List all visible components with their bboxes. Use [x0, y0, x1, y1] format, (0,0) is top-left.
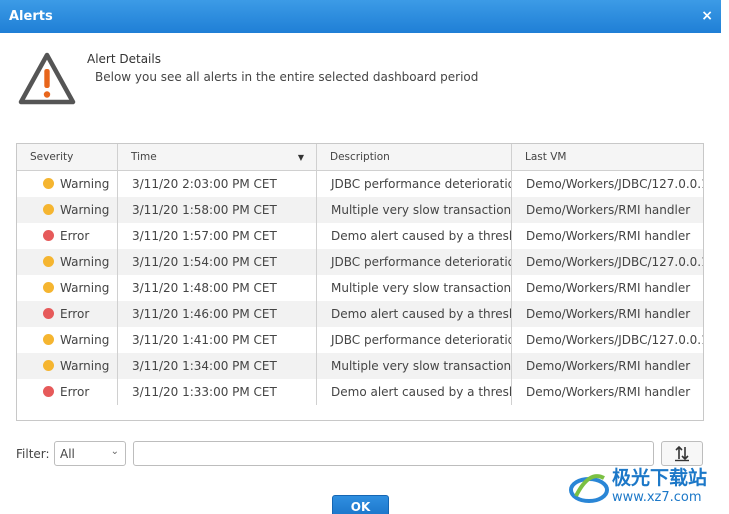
column-header-label: Description: [330, 151, 390, 163]
severity-cell: Error: [17, 379, 118, 405]
table-row[interactable]: Warning 3/11/20 1:48:00 PM CET Multiple ve…: [17, 275, 703, 301]
close-icon[interactable]: ×: [701, 8, 713, 24]
description-cell: Demo alert caused by a threshol: [317, 301, 512, 327]
warning-status-icon: [43, 360, 54, 371]
severity-label: Warning: [60, 255, 110, 269]
watermark-text-primary: 极光下载站: [612, 467, 708, 489]
column-header-label: Last VM: [525, 151, 567, 163]
last-vm-cell: Demo/Workers/RMI handler: [526, 203, 691, 217]
time-cell: 3/11/20 1:58:00 PM CET: [118, 197, 317, 223]
table-row[interactable]: Warning 3/11/20 1:54:00 PM CET JDBC perfor…: [17, 249, 703, 275]
warning-status-icon: [43, 256, 54, 267]
table-row[interactable]: Error 3/11/20 1:46:00 PM CET Demo alert ca…: [17, 301, 703, 327]
error-status-icon: [43, 386, 54, 397]
time-cell: 3/11/20 1:46:00 PM CET: [118, 301, 317, 327]
table-row[interactable]: Warning 3/11/20 1:58:00 PM CET Multiple ve…: [17, 197, 703, 223]
description-cell: JDBC performance deterioration: [317, 249, 512, 275]
description-cell: Demo alert caused by a threshol: [317, 379, 512, 405]
time-cell: 3/11/20 1:54:00 PM CET: [118, 249, 317, 275]
time-cell: 3/11/20 1:48:00 PM CET: [118, 275, 317, 301]
severity-cell: Warning: [17, 327, 118, 353]
severity-cell: Warning: [17, 171, 118, 197]
warning-status-icon: [43, 178, 54, 189]
severity-cell: Error: [17, 301, 118, 327]
severity-cell: Warning: [17, 275, 118, 301]
severity-cell: Error: [17, 223, 118, 249]
ok-button[interactable]: OK: [332, 495, 389, 514]
table-row[interactable]: Warning 3/11/20 2:03:00 PM CET JDBC perfor…: [17, 171, 703, 197]
time-cell: 3/11/20 2:03:00 PM CET: [118, 171, 317, 197]
column-header-last-vm[interactable]: Last VM: [512, 144, 703, 171]
last-vm-cell: Demo/Workers/RMI handler: [526, 359, 691, 373]
severity-cell: Warning: [17, 353, 118, 379]
last-vm-cell: Demo/Workers/RMI handler: [526, 385, 691, 399]
severity-filter-value: All: [60, 447, 75, 461]
column-header-time[interactable]: Time ▼: [118, 144, 317, 171]
description-cell: Multiple very slow transactions w: [317, 353, 512, 379]
time-cell: 3/11/20 1:33:00 PM CET: [118, 379, 317, 405]
error-status-icon: [43, 230, 54, 241]
table-row[interactable]: Warning 3/11/20 1:34:00 PM CET Multiple ve…: [17, 353, 703, 379]
site-watermark: 极光下载站 www.xz7.com: [568, 462, 720, 512]
last-vm-cell: Demo/Workers/RMI handler: [526, 281, 691, 295]
watermark-logo-icon: [569, 474, 609, 503]
last-vm-cell: Demo/Workers/JDBC/127.0.0.1:4: [526, 333, 704, 347]
dialog-title-bar[interactable]: Alerts ×: [0, 0, 721, 33]
severity-label: Warning: [60, 203, 110, 217]
last-vm-cell: Demo/Workers/RMI handler: [526, 307, 691, 321]
severity-label: Warning: [60, 177, 110, 191]
warning-status-icon: [43, 334, 54, 345]
description-cell: JDBC performance deterioration: [317, 327, 512, 353]
severity-label: Warning: [60, 281, 110, 295]
description-cell: Demo alert caused by a threshol: [317, 223, 512, 249]
alert-details-subtitle: Below you see all alerts in the entire s…: [95, 70, 479, 84]
column-header-description[interactable]: Description: [317, 144, 512, 171]
alerts-table: Severity Time ▼ Description Last VM Warni…: [16, 143, 704, 421]
severity-label: Error: [60, 307, 90, 321]
column-header-label: Time: [131, 151, 157, 163]
table-row[interactable]: Error 3/11/20 1:57:00 PM CET Demo alert ca…: [17, 223, 703, 249]
description-cell: JDBC performance deterioration: [317, 171, 512, 197]
last-vm-cell: Demo/Workers/JDBC/127.0.0.1:5: [526, 255, 704, 269]
warning-status-icon: [43, 204, 54, 215]
dialog-title: Alerts: [9, 9, 53, 24]
sort-descending-icon: ▼: [297, 153, 304, 162]
filter-label: Filter:: [16, 447, 50, 461]
description-cell: Multiple very slow transactions w: [317, 275, 512, 301]
table-row[interactable]: Error 3/11/20 1:33:00 PM CET Demo alert ca…: [17, 379, 703, 405]
last-vm-cell: Demo/Workers/JDBC/127.0.0.1:5: [526, 177, 704, 191]
error-status-icon: [43, 308, 54, 319]
table-header: Severity Time ▼ Description Last VM: [17, 144, 703, 171]
last-vm-cell: Demo/Workers/RMI handler: [526, 229, 691, 243]
severity-label: Error: [60, 229, 90, 243]
column-header-severity[interactable]: Severity: [17, 144, 118, 171]
alert-details-title: Alert Details: [87, 52, 161, 66]
severity-cell: Warning: [17, 197, 118, 223]
chevron-down-icon: ⌄: [110, 446, 119, 457]
table-row[interactable]: Warning 3/11/20 1:41:00 PM CET JDBC perfor…: [17, 327, 703, 353]
description-cell: Multiple very slow transactions w: [317, 197, 512, 223]
time-cell: 3/11/20 1:57:00 PM CET: [118, 223, 317, 249]
column-header-label: Severity: [30, 151, 74, 163]
severity-filter-dropdown[interactable]: All ⌄: [54, 441, 126, 466]
severity-label: Warning: [60, 359, 110, 373]
severity-label: Warning: [60, 333, 110, 347]
severity-cell: Warning: [17, 249, 118, 275]
time-cell: 3/11/20 1:41:00 PM CET: [118, 327, 317, 353]
severity-label: Error: [60, 385, 90, 399]
warning-status-icon: [43, 282, 54, 293]
time-cell: 3/11/20 1:34:00 PM CET: [118, 353, 317, 379]
warning-triangle-icon: [18, 52, 76, 105]
watermark-text-url: www.xz7.com: [612, 490, 702, 505]
